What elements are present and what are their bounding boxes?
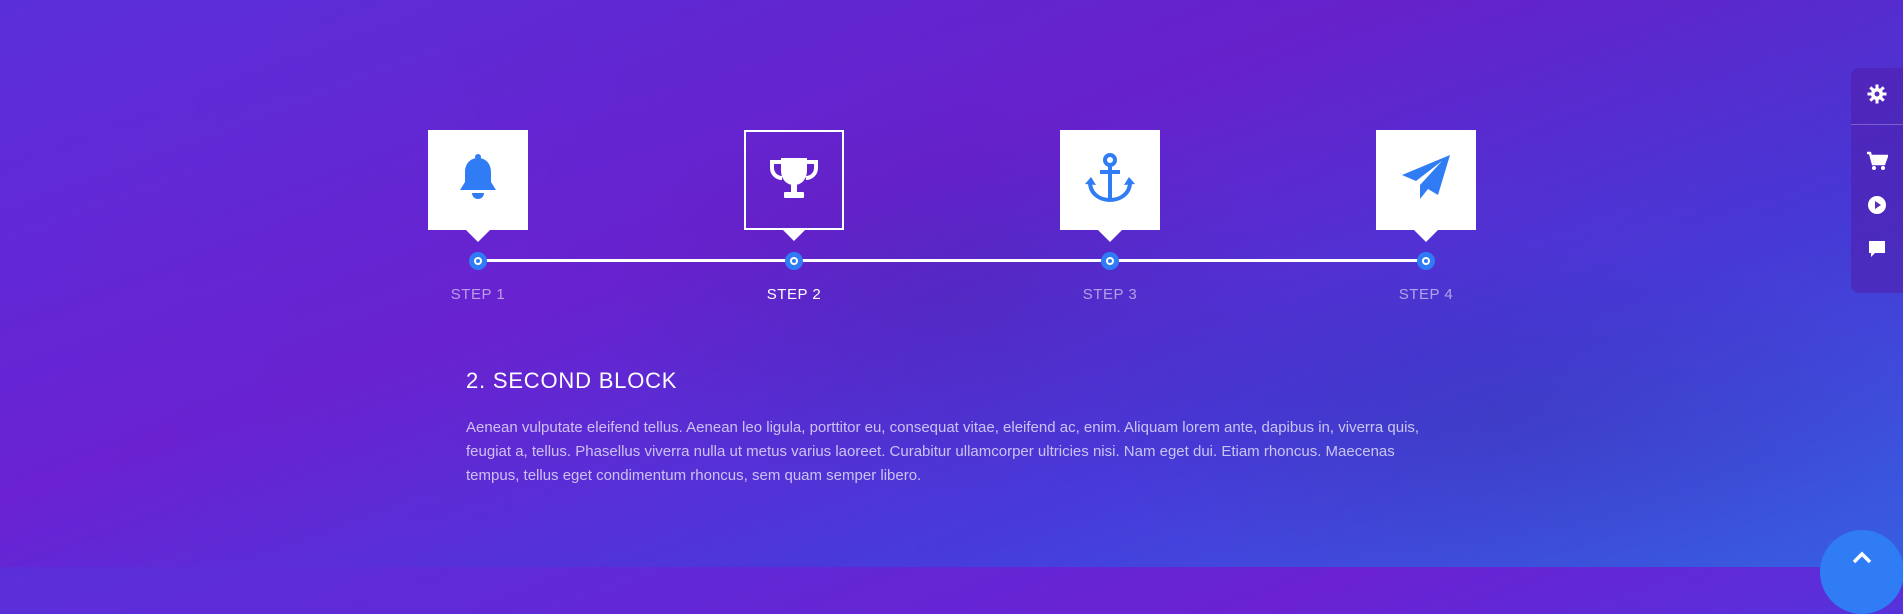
cart-icon — [1866, 151, 1889, 176]
step-1-label: STEP 1 — [450, 286, 506, 303]
bell-icon — [456, 153, 500, 207]
side-toolbar — [1851, 68, 1903, 293]
step-content: 2. SECOND BLOCK Aenean vulputate eleifen… — [466, 368, 1446, 488]
step-4-box[interactable] — [1376, 130, 1476, 242]
step-2[interactable]: STEP 2 — [744, 130, 844, 303]
step-2-box[interactable] — [744, 130, 844, 241]
step-3-box[interactable] — [1060, 130, 1160, 242]
step-1-dot[interactable] — [469, 252, 487, 270]
chat-button[interactable] — [1851, 229, 1903, 273]
step-4-label: STEP 4 — [1398, 286, 1454, 303]
chat-icon — [1867, 239, 1887, 264]
step-2-label: STEP 2 — [766, 286, 822, 303]
content-title: 2. SECOND BLOCK — [466, 368, 678, 393]
paper-plane-icon — [1400, 153, 1452, 208]
step-3-dot[interactable] — [1101, 252, 1119, 270]
gear-icon — [1867, 84, 1887, 109]
step-4[interactable]: STEP 4 — [1376, 130, 1476, 303]
scroll-top-button[interactable] — [1820, 530, 1903, 614]
step-2-dot[interactable] — [785, 252, 803, 270]
play-icon — [1867, 195, 1887, 220]
step-1-box[interactable] — [428, 130, 528, 242]
timeline-line — [478, 259, 1428, 262]
settings-button[interactable] — [1851, 68, 1903, 124]
play-button[interactable] — [1851, 185, 1903, 229]
trophy-icon — [767, 154, 821, 207]
step-3-label: STEP 3 — [1082, 286, 1138, 303]
step-3[interactable]: STEP 3 — [1060, 130, 1160, 303]
chevron-up-icon — [1852, 530, 1872, 569]
content-body: Aenean vulputate eleifend tellus. Aenean… — [466, 419, 1420, 484]
side-toolbar-divider — [1851, 124, 1903, 125]
cart-button[interactable] — [1851, 141, 1903, 185]
step-4-dot[interactable] — [1417, 252, 1435, 270]
step-1[interactable]: STEP 1 — [428, 130, 528, 303]
anchor-icon — [1084, 152, 1136, 209]
steps-timeline: STEP 1 STEP 2 STEP 3 STEP 4 — [0, 0, 1903, 320]
